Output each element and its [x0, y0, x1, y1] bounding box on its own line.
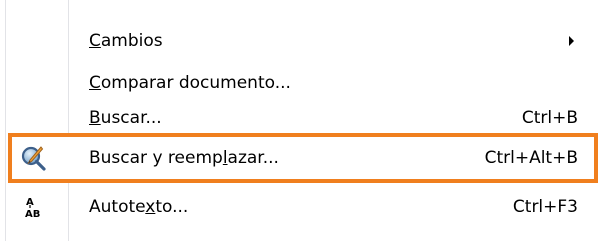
- mnemonic-key: x: [145, 197, 156, 217]
- menu-item-autotexto[interactable]: A AB Autotexto... Ctrl+F3: [0, 186, 606, 228]
- menu-item-cambios[interactable]: Cambios: [0, 20, 606, 62]
- menu-item-buscar[interactable]: Buscar... Ctrl+B: [0, 97, 606, 139]
- menu-item-shortcut: Ctrl+Alt+B: [484, 148, 578, 168]
- autotext-icon: A AB: [20, 194, 46, 220]
- menu-item-shortcut: Ctrl+F3: [512, 197, 578, 217]
- context-menu: Cambios Comparar documento... Buscar... …: [0, 0, 606, 241]
- menu-item-label: Buscar y reemplazar...: [89, 148, 279, 168]
- menu-item-label: Buscar...: [89, 108, 162, 128]
- menu-item-buscar-y-reemplazar[interactable]: Buscar y reemplazar... Ctrl+Alt+B: [0, 137, 606, 179]
- menu-item-label: Cambios: [89, 31, 163, 51]
- submenu-arrow-icon: [569, 36, 574, 46]
- find-replace-icon: [20, 145, 46, 171]
- mnemonic-key: C: [89, 73, 101, 93]
- mnemonic-key: B: [89, 108, 101, 128]
- svg-text:AB: AB: [25, 209, 40, 220]
- menu-item-label: Comparar documento...: [89, 73, 291, 93]
- mnemonic-key: C: [89, 31, 101, 51]
- menu-item-label: Autotexto...: [89, 197, 189, 217]
- menu-item-shortcut: Ctrl+B: [521, 108, 578, 128]
